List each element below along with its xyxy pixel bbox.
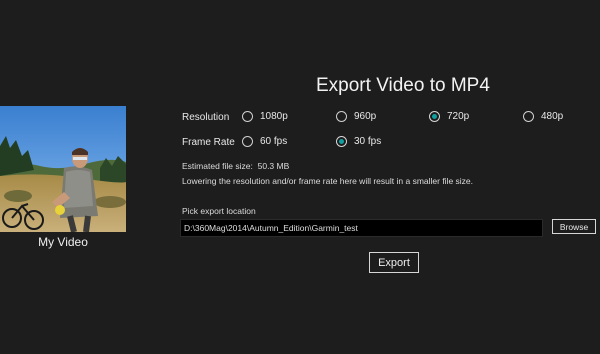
radio-label: 60 fps [260, 136, 288, 147]
resolution-option-480p[interactable]: 480p [523, 111, 563, 122]
radio-icon [242, 136, 253, 147]
export-location-input[interactable]: D:\360Mag\2014\Autumn_Edition\Garmin_tes… [180, 219, 543, 237]
export-video-page: My Video Export Video to MP4 Resolution … [0, 0, 600, 354]
video-thumbnail[interactable] [0, 106, 126, 232]
radio-selected-icon [429, 111, 440, 122]
resolution-option-1080p[interactable]: 1080p [242, 111, 288, 122]
frame-rate-label: Frame Rate [182, 137, 235, 148]
video-thumbnail-image [0, 106, 126, 232]
radio-label: 480p [541, 111, 564, 122]
radio-icon [336, 111, 347, 122]
resolution-option-960p[interactable]: 960p [336, 111, 376, 122]
export-button[interactable]: Export [369, 252, 419, 273]
browse-button[interactable]: Browse [552, 219, 596, 234]
resolution-option-720p[interactable]: 720p [429, 111, 469, 122]
radio-selected-icon [336, 136, 347, 147]
radio-icon [523, 111, 534, 122]
video-name: My Video [38, 235, 88, 249]
radio-icon [242, 111, 253, 122]
estimated-file-size: Estimated file size: 50.3 MB [182, 161, 289, 171]
estimated-file-size-value: 50.3 MB [257, 161, 290, 171]
frame-rate-option-30fps[interactable]: 30 fps [336, 136, 381, 147]
radio-label: 720p [447, 111, 470, 122]
file-size-hint: Lowering the resolution and/or frame rat… [182, 176, 474, 186]
radio-label: 960p [354, 111, 377, 122]
export-location-label: Pick export location [182, 206, 256, 216]
radio-label: 30 fps [354, 136, 382, 147]
radio-label: 1080p [260, 111, 288, 122]
frame-rate-option-60fps[interactable]: 60 fps [242, 136, 287, 147]
resolution-label: Resolution [182, 112, 230, 123]
estimated-file-size-label: Estimated file size: [182, 161, 253, 171]
dialog-title: Export Video to MP4 [316, 75, 490, 96]
